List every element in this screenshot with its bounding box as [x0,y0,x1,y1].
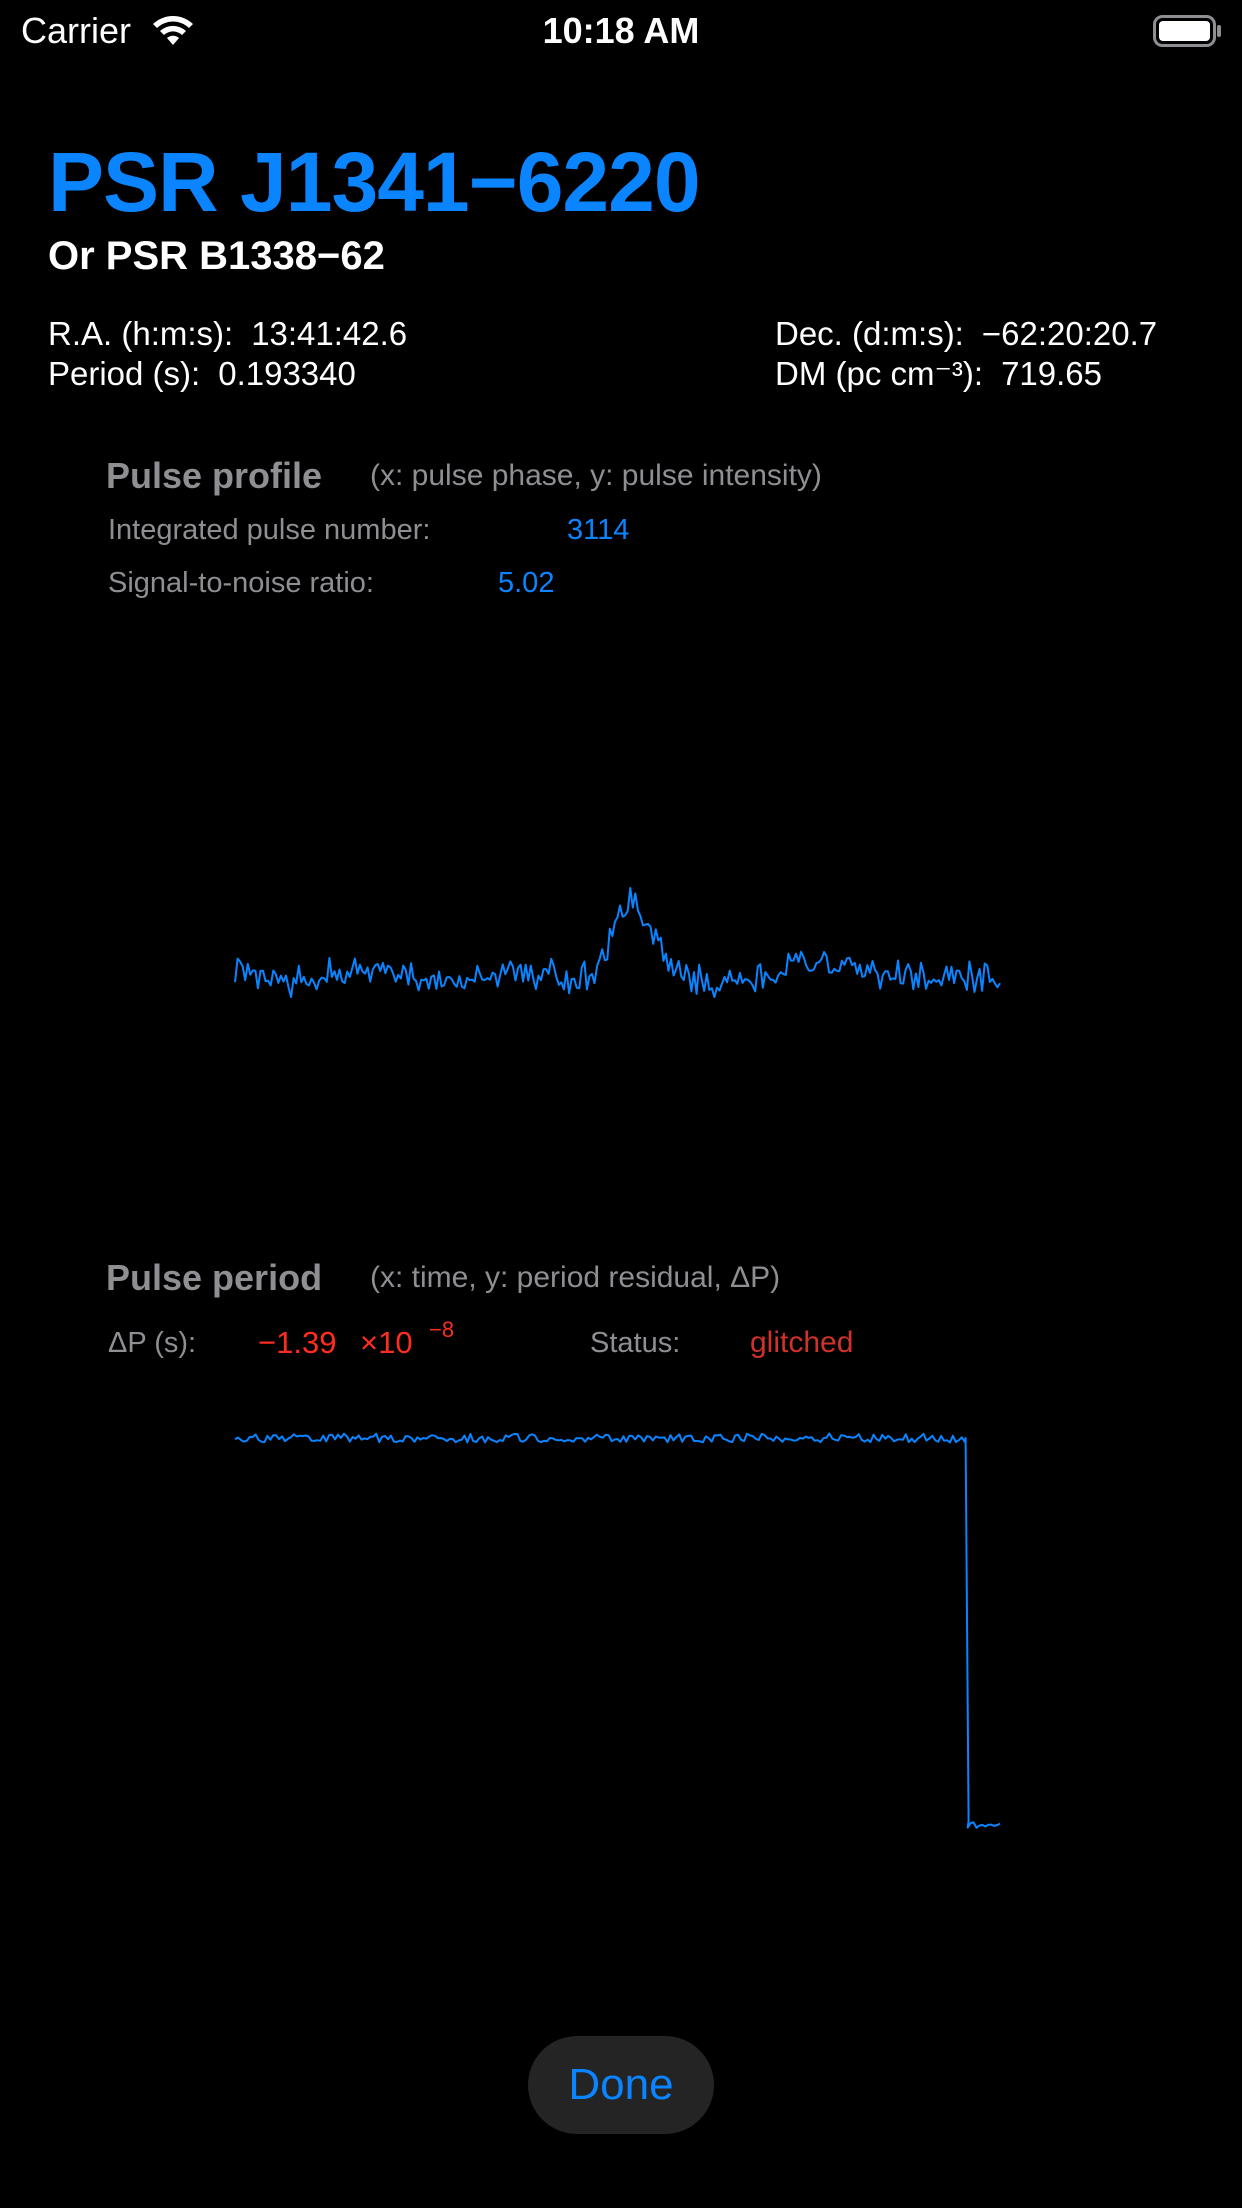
delta-p-multiplier: ×10 [360,1325,413,1360]
snr-value: 5.02 [498,567,555,599]
dm-row: DM (pc cm⁻³): 719.65 [775,354,1102,394]
done-button[interactable]: Done [528,2036,714,2134]
period-row: Period (s): 0.193340 [48,354,356,394]
integrated-pulse-value: 3114 [567,514,630,546]
dm-value: 719.65 [1001,355,1102,392]
dec-value: −62:20:20.7 [981,315,1158,352]
pulse-profile-title: Pulse profile [106,455,323,496]
ra-row: R.A. (h:m:s): 13:41:42.6 [48,314,407,354]
battery-icon [1153,15,1221,47]
period-value: 0.193340 [218,355,356,392]
pulse-period-title: Pulse period [106,1257,323,1298]
delta-p-exponent: −8 [429,1317,455,1342]
dec-label: Dec. (d:m:s): [775,315,964,352]
integrated-pulse-label: Integrated pulse number: [108,514,431,546]
pulse-period-chart [230,1420,1010,1840]
dec-row: Dec. (d:m:s): −62:20:20.7 [775,314,1157,354]
status-time: 10:18 AM [542,10,700,51]
snr-label: Signal-to-noise ratio: [108,567,374,599]
delta-p-value: −1.39 [258,1325,337,1360]
status-label: Status: [590,1327,681,1359]
pulse-period-line [234,1432,1001,1829]
status-value: glitched [750,1326,854,1359]
pulse-profile-chart [230,860,1010,1040]
pulsar-alt-name: Or PSR B1338−62 [48,234,385,278]
pulse-profile-line [234,887,1001,999]
ra-value: 13:41:42.6 [251,315,408,352]
pulse-profile-note: (x: pulse phase, y: pulse intensity) [370,459,822,492]
pulsar-title: PSR J1341−6220 [48,135,701,229]
delta-p-label: ΔP (s): [108,1327,197,1359]
dm-label: DM (pc cm⁻³): [775,355,984,392]
ra-label: R.A. (h:m:s): [48,315,234,352]
period-label: Period (s): [48,355,201,392]
pulse-period-note: (x: time, y: period residual, ΔP) [370,1261,781,1294]
